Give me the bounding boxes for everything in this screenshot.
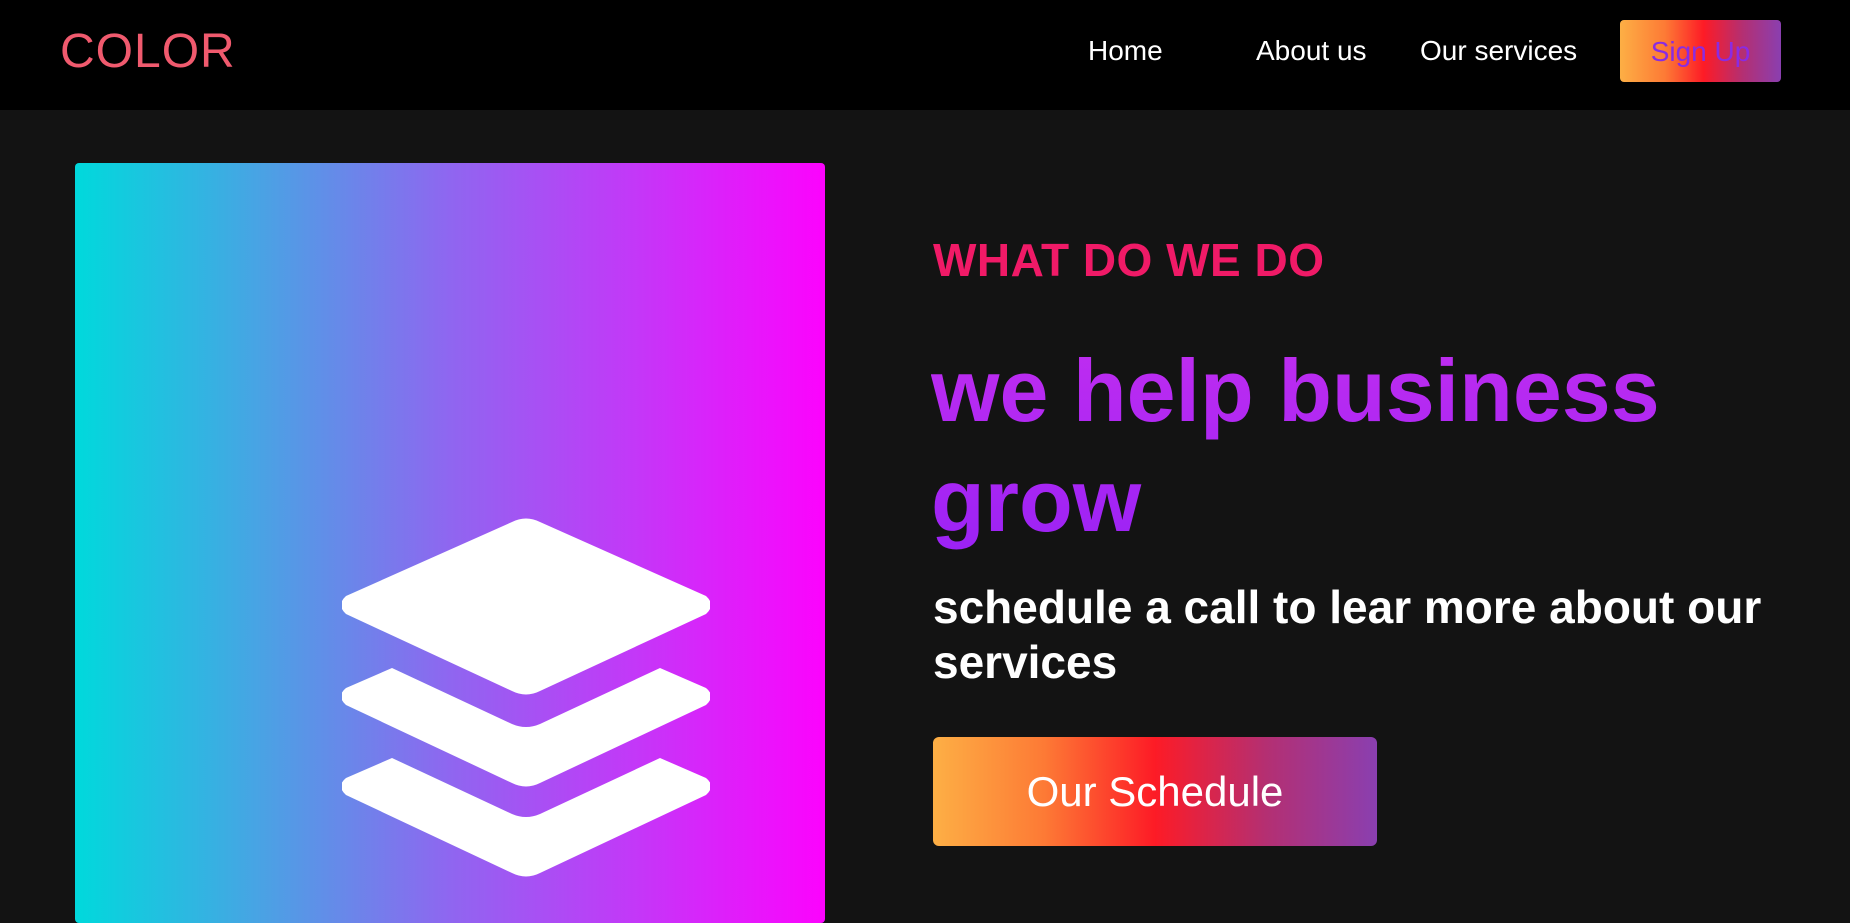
layers-icon	[342, 518, 710, 877]
site-logo[interactable]: COLOR	[60, 24, 236, 80]
hero-headline: we help business grow	[931, 336, 1811, 556]
sign-up-button[interactable]: Sign Up	[1620, 20, 1781, 82]
hero-subheading: schedule a call to lear more about our s…	[933, 581, 1762, 688]
hero-image	[75, 163, 825, 923]
nav-link-about-us[interactable]: About us	[1256, 34, 1367, 68]
hero-eyebrow: WHAT DO WE DO	[933, 234, 1325, 286]
top-navbar: COLOR Home About us Our services Sign Up	[0, 0, 1850, 110]
our-schedule-button[interactable]: Our Schedule	[933, 737, 1377, 846]
nav-link-our-services[interactable]: Our services	[1420, 34, 1577, 68]
nav-link-home[interactable]: Home	[1088, 34, 1163, 68]
layers-icon-top-layer	[342, 518, 710, 695]
